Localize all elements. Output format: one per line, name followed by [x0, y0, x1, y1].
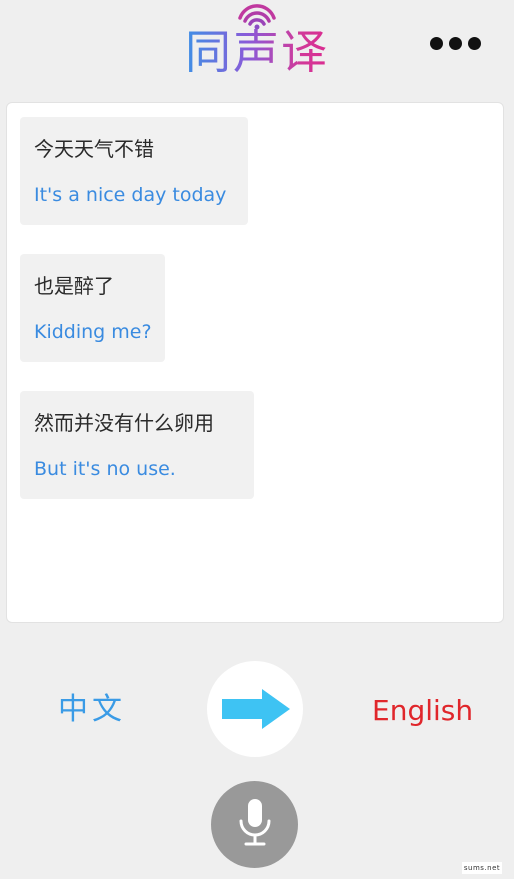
source-language-button[interactable]: 中文	[58, 690, 126, 730]
translated-text: Kidding me?	[34, 321, 152, 343]
translated-text: But it's no use.	[34, 458, 176, 480]
more-dot	[467, 36, 481, 50]
message-bubble[interactable]: 也是醉了 Kidding me?	[20, 254, 165, 362]
target-language-button[interactable]: English	[372, 691, 473, 731]
message-bubble[interactable]: 然而并没有什么卵用 But it's no use.	[20, 391, 254, 499]
source-text: 然而并没有什么卵用	[34, 411, 214, 435]
more-dots-icon	[429, 36, 443, 50]
microphone-button[interactable]	[211, 781, 298, 868]
conversation-panel[interactable]: 今天天气不错 It's a nice day today 也是醉了 Kiddin…	[6, 102, 504, 623]
app-logo: 同声译	[172, 2, 342, 84]
translated-text: It's a nice day today	[34, 184, 227, 206]
more-options-button[interactable]	[424, 28, 486, 58]
source-text: 也是醉了	[34, 274, 114, 298]
microphone-icon	[239, 799, 271, 846]
more-dot	[448, 36, 462, 50]
translate-direction-button[interactable]	[207, 661, 303, 757]
app-title: 同声译	[172, 24, 342, 80]
app-header: 同声译	[0, 0, 514, 96]
message-bubble[interactable]: 今天天气不错 It's a nice day today	[20, 117, 248, 225]
arrow-right-icon	[222, 689, 290, 729]
site-watermark: sums.net	[462, 862, 502, 874]
source-text: 今天天气不错	[34, 137, 154, 161]
